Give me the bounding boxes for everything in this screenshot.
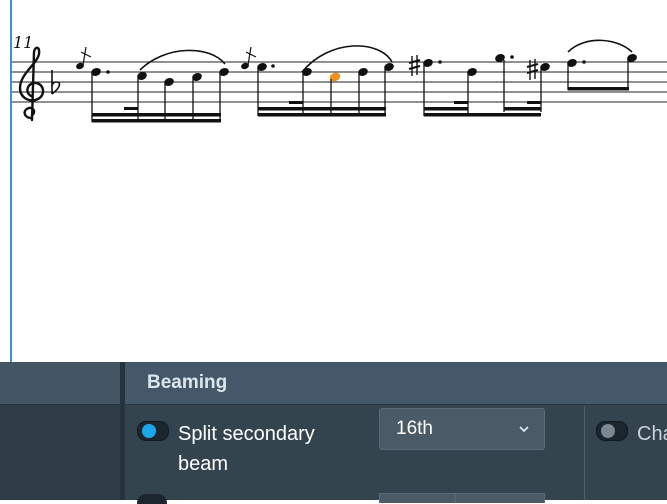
beaming-header[interactable]: Beaming	[125, 362, 667, 405]
toggle-knob	[142, 424, 156, 438]
second-option-label: Cha	[637, 423, 667, 445]
chevron-down-icon	[519, 426, 529, 433]
staff-lines	[12, 61, 667, 103]
beam-duration-select[interactable]: 16th	[379, 408, 545, 450]
bar-number: 11	[13, 33, 34, 52]
split-secondary-beam-toggle[interactable]	[137, 421, 169, 441]
beaming-group: Beaming Split secondary beam 16th Cha	[125, 362, 667, 504]
properties-group-left-header[interactable]	[0, 362, 120, 405]
score-edge-line	[10, 0, 12, 362]
second-row-field-divider	[455, 493, 456, 503]
split-secondary-beam-label: Split secondary beam	[178, 423, 315, 475]
properties-group-left	[0, 362, 120, 500]
toggle-knob	[601, 424, 615, 438]
treble-clef-icon	[18, 46, 45, 122]
beaming-title: Beaming	[147, 372, 228, 393]
sharp-icon	[408, 55, 539, 80]
grace-notes	[76, 46, 257, 70]
properties-panel: Beaming Split secondary beam 16th Cha	[0, 362, 667, 504]
augmentation-dots	[106, 55, 586, 74]
second-row-toggle[interactable]	[137, 494, 167, 504]
score-view[interactable]: 11	[0, 0, 667, 362]
beam-duration-value: 16th	[396, 418, 433, 439]
music-notation[interactable]	[0, 0, 667, 362]
second-option-toggle[interactable]	[596, 421, 628, 441]
beaming-divider	[584, 406, 585, 500]
second-row-field[interactable]	[379, 493, 545, 503]
